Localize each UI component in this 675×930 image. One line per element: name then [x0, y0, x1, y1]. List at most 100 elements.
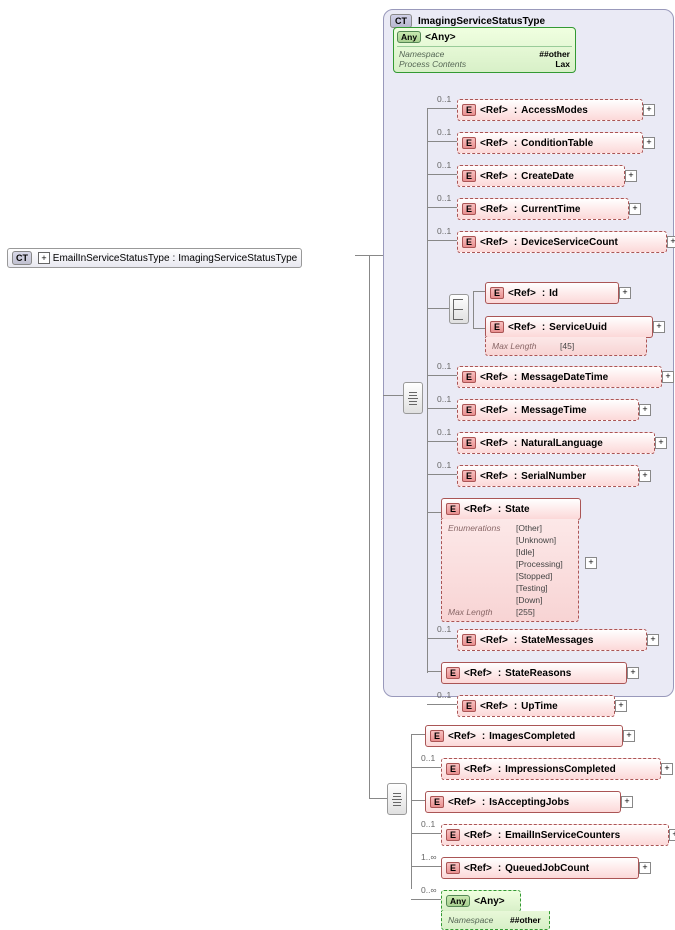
- ref-queuedjobcount[interactable]: E<Ref>:QueuedJobCount: [441, 857, 639, 879]
- expand-icon[interactable]: +: [647, 634, 659, 646]
- ref-messagedatetime[interactable]: E<Ref>:MessageDateTime: [457, 366, 662, 388]
- element-icon: E: [446, 503, 460, 515]
- base-type-name: ImagingServiceStatusType: [418, 16, 545, 27]
- any-label: <Any>: [425, 32, 456, 43]
- any-element[interactable]: Any<Any>: [441, 890, 521, 912]
- connector: [427, 375, 457, 376]
- expand-icon[interactable]: +: [653, 321, 665, 333]
- connector: [427, 638, 457, 639]
- element-icon: E: [462, 236, 476, 248]
- expand-icon[interactable]: +: [585, 557, 597, 569]
- connector: [427, 441, 457, 442]
- element-icon: E: [462, 104, 476, 116]
- ref-currenttime[interactable]: E<Ref>:CurrentTime: [457, 198, 629, 220]
- expand-icon[interactable]: +: [643, 137, 655, 149]
- sequence-icon: [403, 382, 423, 414]
- ref-uptime[interactable]: E<Ref>:UpTime: [457, 695, 615, 717]
- expand-icon[interactable]: +: [619, 287, 631, 299]
- root-complex-type: CT + EmailInServiceStatusType : ImagingS…: [7, 248, 302, 268]
- connector: [411, 866, 441, 867]
- connector: [427, 240, 457, 241]
- sequence-icon: [387, 783, 407, 815]
- element-icon: E: [430, 796, 444, 808]
- expand-icon[interactable]: +: [669, 829, 675, 841]
- expand-icon[interactable]: +: [629, 203, 641, 215]
- connector: [411, 734, 425, 735]
- element-icon: E: [446, 667, 460, 679]
- any-element-details: Namespace##other: [441, 911, 550, 930]
- ref-id[interactable]: E<Ref>:Id: [485, 282, 619, 304]
- ref-impressionscompleted[interactable]: E<Ref>:ImpressionsCompleted: [441, 758, 661, 780]
- expand-icon[interactable]: +: [643, 104, 655, 116]
- element-icon: E: [490, 287, 504, 299]
- connector: [411, 899, 441, 900]
- ref-isacceptingjobs[interactable]: E<Ref>:IsAcceptingJobs: [425, 791, 621, 813]
- expand-icon[interactable]: +: [38, 252, 50, 264]
- ref-serviceuuid[interactable]: E<Ref>:ServiceUuid: [485, 316, 653, 338]
- ct-icon: CT: [12, 251, 32, 265]
- ref-emailinservicecounters[interactable]: E<Ref>:EmailInServiceCounters: [441, 824, 669, 846]
- choice-icon: [449, 294, 469, 324]
- ref-naturallanguage[interactable]: E<Ref>:NaturalLanguage: [457, 432, 655, 454]
- expand-icon[interactable]: +: [655, 437, 667, 449]
- element-icon: E: [446, 763, 460, 775]
- expand-icon[interactable]: +: [623, 730, 635, 742]
- expand-icon[interactable]: +: [667, 236, 675, 248]
- serviceuuid-details: Max Length[45]: [485, 337, 647, 356]
- connector: [411, 833, 441, 834]
- element-icon: E: [446, 862, 460, 874]
- connector: [369, 798, 387, 799]
- ref-imagescompleted[interactable]: E<Ref>:ImagesCompleted: [425, 725, 623, 747]
- expand-icon[interactable]: +: [625, 170, 637, 182]
- element-icon: E: [490, 321, 504, 333]
- connector: [411, 767, 441, 768]
- expand-icon[interactable]: +: [639, 404, 651, 416]
- connector: [427, 308, 449, 309]
- expand-icon[interactable]: +: [627, 667, 639, 679]
- connector: [383, 395, 403, 396]
- connector: [411, 800, 425, 801]
- expand-icon[interactable]: +: [639, 470, 651, 482]
- ref-createdate[interactable]: E<Ref>:CreateDate: [457, 165, 625, 187]
- any-icon: Any: [397, 31, 421, 43]
- element-icon: E: [462, 203, 476, 215]
- connector: [427, 108, 457, 109]
- connector: [473, 291, 485, 292]
- element-icon: E: [462, 437, 476, 449]
- connector: [427, 108, 428, 673]
- ref-state[interactable]: E<Ref>:State: [441, 498, 581, 520]
- ct-icon: CT: [390, 14, 412, 28]
- connector: [427, 671, 441, 672]
- expand-icon[interactable]: +: [661, 763, 673, 775]
- connector: [427, 207, 457, 208]
- element-icon: E: [462, 404, 476, 416]
- element-icon: E: [462, 700, 476, 712]
- element-icon: E: [462, 137, 476, 149]
- ref-messagetime[interactable]: E<Ref>:MessageTime: [457, 399, 639, 421]
- expand-icon[interactable]: +: [639, 862, 651, 874]
- ref-serialnumber[interactable]: E<Ref>:SerialNumber: [457, 465, 639, 487]
- connector: [473, 291, 474, 328]
- ref-conditiontable[interactable]: E<Ref>:ConditionTable: [457, 132, 643, 154]
- element-icon: E: [430, 730, 444, 742]
- element-icon: E: [462, 170, 476, 182]
- root-base: ImagingServiceStatusType: [178, 253, 297, 264]
- expand-icon[interactable]: +: [662, 371, 674, 383]
- ref-deviceservicecount[interactable]: E<Ref>:DeviceServiceCount: [457, 231, 667, 253]
- any-attribute-box: Any <Any> Namespace##other Process Conte…: [393, 27, 576, 73]
- root-name: EmailInServiceStatusType: [53, 253, 170, 264]
- connector: [427, 512, 441, 513]
- connector: [473, 328, 485, 329]
- any-icon: Any: [446, 895, 470, 907]
- state-details: Enumerations[Other] [Unknown] [Idle] [Pr…: [441, 519, 579, 622]
- ref-accessmodes[interactable]: E<Ref>:AccessModes: [457, 99, 643, 121]
- expand-icon[interactable]: +: [621, 796, 633, 808]
- element-icon: E: [462, 470, 476, 482]
- ref-statereasons[interactable]: E<Ref>:StateReasons: [441, 662, 627, 684]
- ref-statemessages[interactable]: E<Ref>:StateMessages: [457, 629, 647, 651]
- expand-icon[interactable]: +: [615, 700, 627, 712]
- connector: [427, 408, 457, 409]
- element-icon: E: [462, 371, 476, 383]
- element-icon: E: [462, 634, 476, 646]
- connector: [427, 174, 457, 175]
